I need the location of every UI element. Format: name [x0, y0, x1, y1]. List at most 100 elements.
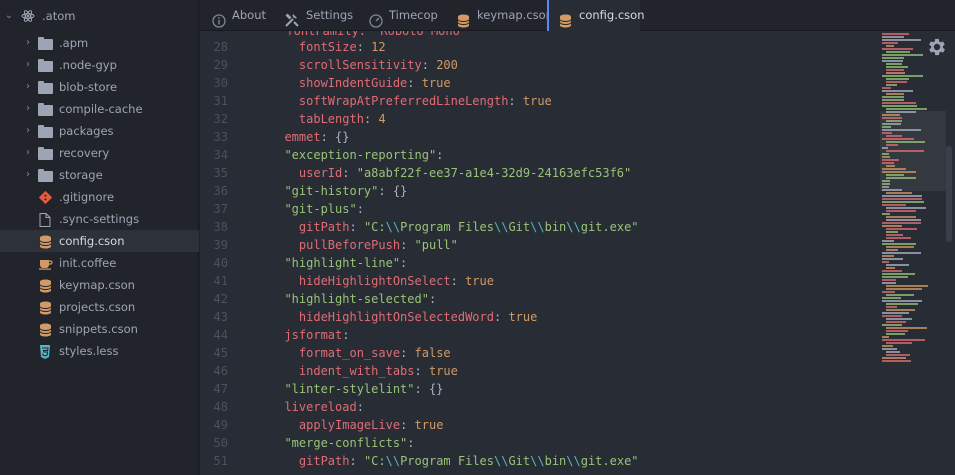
tree-item[interactable]: .gitignore	[0, 186, 199, 208]
minimap-line	[882, 189, 902, 191]
code-token: format_on_save	[298, 346, 401, 360]
minimap-line	[882, 360, 911, 362]
code-line: "merge-conflicts":	[270, 434, 414, 452]
tree-item[interactable]: › blob-store	[0, 76, 199, 98]
tab[interactable]: keymap.cson	[445, 0, 553, 31]
tree-item[interactable]: › compile-cache	[0, 98, 199, 120]
tree-item-label: snippets.cson	[59, 322, 138, 336]
line-number: 31	[213, 94, 228, 108]
tab[interactable]: About	[200, 0, 272, 31]
minimap[interactable]	[880, 31, 955, 475]
minimap-line	[882, 36, 904, 38]
code-token: 200	[436, 58, 458, 72]
minimap-line	[882, 195, 922, 197]
tree-root-atom[interactable]: ⌄ .atom	[0, 5, 199, 27]
minimap-line	[882, 42, 898, 44]
chevron-right-icon[interactable]: ›	[23, 120, 33, 142]
database-icon	[39, 235, 53, 249]
minimap-line	[886, 249, 898, 251]
tree-item-label: config.cson	[59, 234, 125, 248]
tree-item[interactable]: › packages	[0, 120, 199, 142]
code-token: : {}	[378, 184, 408, 198]
minimap-line	[882, 279, 896, 281]
tree-item[interactable]: projects.cson	[0, 296, 199, 318]
tree-item[interactable]: styles.less	[0, 340, 199, 362]
minimap-line	[882, 90, 913, 92]
tree-item[interactable]: keymap.cson	[0, 274, 199, 296]
minimap-line	[886, 264, 909, 266]
chevron-right-icon[interactable]: ›	[23, 98, 33, 120]
tree-root-label: .atom	[42, 9, 76, 23]
code-token: : {}	[414, 382, 444, 396]
minimap-line	[882, 171, 916, 173]
minimap-line	[886, 66, 908, 68]
code-token: "C:	[363, 454, 386, 468]
code-line: scrollSensitivity: 200	[270, 56, 458, 74]
minimap-line	[886, 246, 914, 248]
code-token: livereload	[284, 400, 357, 414]
code-token: hideHighlightOnSelectedWord	[298, 310, 494, 324]
code-token: git.exe"	[580, 454, 639, 468]
code-line: "git-history": {}	[270, 182, 407, 200]
tree-item[interactable]: › .node-gyp	[0, 54, 199, 76]
tree-item[interactable]: config.cson	[0, 230, 199, 252]
tree-item[interactable]: › .apm	[0, 32, 199, 54]
chevron-right-icon[interactable]: ›	[23, 164, 33, 186]
code-token: "highlight-line"	[284, 256, 401, 270]
code-line: applyImageLive: true	[270, 416, 444, 434]
line-number: 46	[213, 364, 228, 378]
tree-item[interactable]: init.coffee	[0, 252, 199, 274]
tree-item-label: styles.less	[59, 344, 119, 358]
minimap-line	[886, 108, 927, 110]
dashboard-icon	[369, 9, 383, 28]
folder-icon	[38, 169, 53, 182]
code-token: :	[428, 292, 437, 306]
chevron-down-icon[interactable]: ⌄	[4, 5, 14, 27]
minimap-line	[882, 345, 893, 347]
line-number: 45	[213, 346, 228, 360]
minimap-line	[882, 168, 906, 170]
code-token: showIndentGuide	[298, 76, 408, 90]
chevron-right-icon[interactable]: ›	[23, 32, 33, 54]
code-line: "highlight-line":	[270, 254, 407, 272]
minimap-line	[886, 219, 921, 221]
chevron-right-icon[interactable]: ›	[23, 54, 33, 76]
minimap-line	[882, 261, 889, 263]
editor-scrollbar[interactable]	[946, 146, 952, 242]
tab[interactable]: Timecop	[357, 0, 445, 31]
tab[interactable]: config.cson	[547, 0, 645, 32]
gear-icon[interactable]	[926, 36, 948, 58]
line-number: 33	[213, 130, 228, 144]
tree-item[interactable]: › storage	[0, 164, 199, 186]
tree-item-label: packages	[59, 124, 114, 138]
coffee-icon	[39, 257, 53, 270]
tree-item[interactable]: .sync-settings	[0, 208, 199, 230]
minimap-line	[882, 156, 890, 158]
code-token: :	[356, 202, 364, 216]
minimap-line	[882, 324, 902, 326]
chevron-right-icon[interactable]: ›	[23, 76, 33, 98]
text-editor[interactable]: 28 29 30 31 32 33 34 35 36 37 38 39 40 41 42 43 44 45 46 47…	[200, 31, 880, 475]
minimap-line	[882, 243, 916, 245]
tab[interactable]: Settings	[272, 0, 357, 31]
minimap-line	[886, 294, 914, 296]
minimap-line	[882, 240, 894, 242]
tree-item[interactable]: snippets.cson	[0, 318, 199, 340]
atom-icon	[21, 9, 35, 22]
minimap-line	[882, 153, 889, 155]
chevron-right-icon[interactable]: ›	[23, 142, 33, 164]
code-token: git.exe"	[580, 220, 639, 234]
tree-item-label: .node-gyp	[59, 58, 117, 72]
code-line: indent_with_tabs: true	[270, 362, 458, 380]
code-token: :	[349, 454, 364, 468]
tree-item[interactable]: › recovery	[0, 142, 199, 164]
database-icon	[39, 301, 53, 315]
database-icon	[39, 279, 53, 293]
minimap-line	[886, 78, 909, 80]
code-token: indent_with_tabs	[298, 364, 415, 378]
code-token: "merge-conflicts"	[284, 436, 408, 450]
